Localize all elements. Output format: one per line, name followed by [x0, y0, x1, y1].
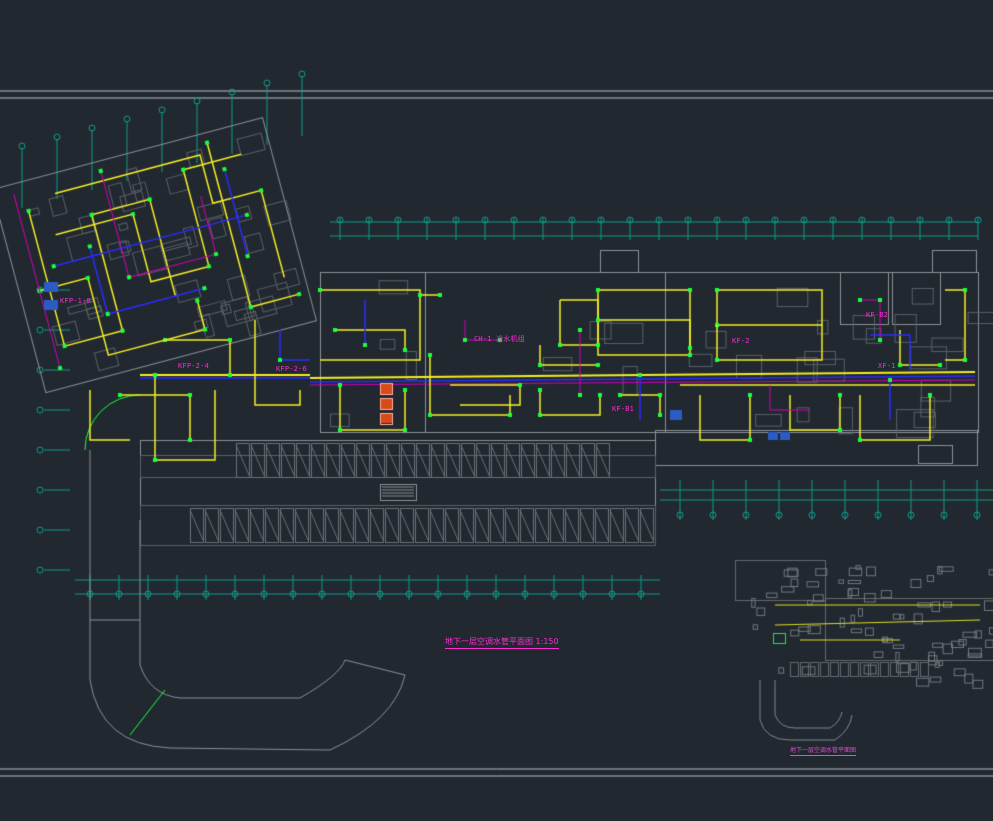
equipment-tag: KF-B1: [612, 405, 635, 413]
drawing-main-title: 地下一层空调水管平面图 1:150: [445, 636, 559, 649]
equipment-tag: KF-B2: [866, 311, 889, 319]
equipment-tag: KF-2: [732, 337, 750, 345]
equipment-tag: KFP-1-8: [60, 297, 91, 305]
equipment-tag: CH-1 冷水机组: [474, 335, 525, 343]
key-plan-title: 地下一层空调水管平面图: [790, 747, 857, 756]
cad-drawing-canvas[interactable]: [0, 0, 993, 821]
equipment-tag: KFP-2-6: [276, 365, 307, 373]
equipment-tag: XF-1: [878, 362, 896, 370]
equipment-tag: KFP-2-4: [178, 362, 209, 370]
